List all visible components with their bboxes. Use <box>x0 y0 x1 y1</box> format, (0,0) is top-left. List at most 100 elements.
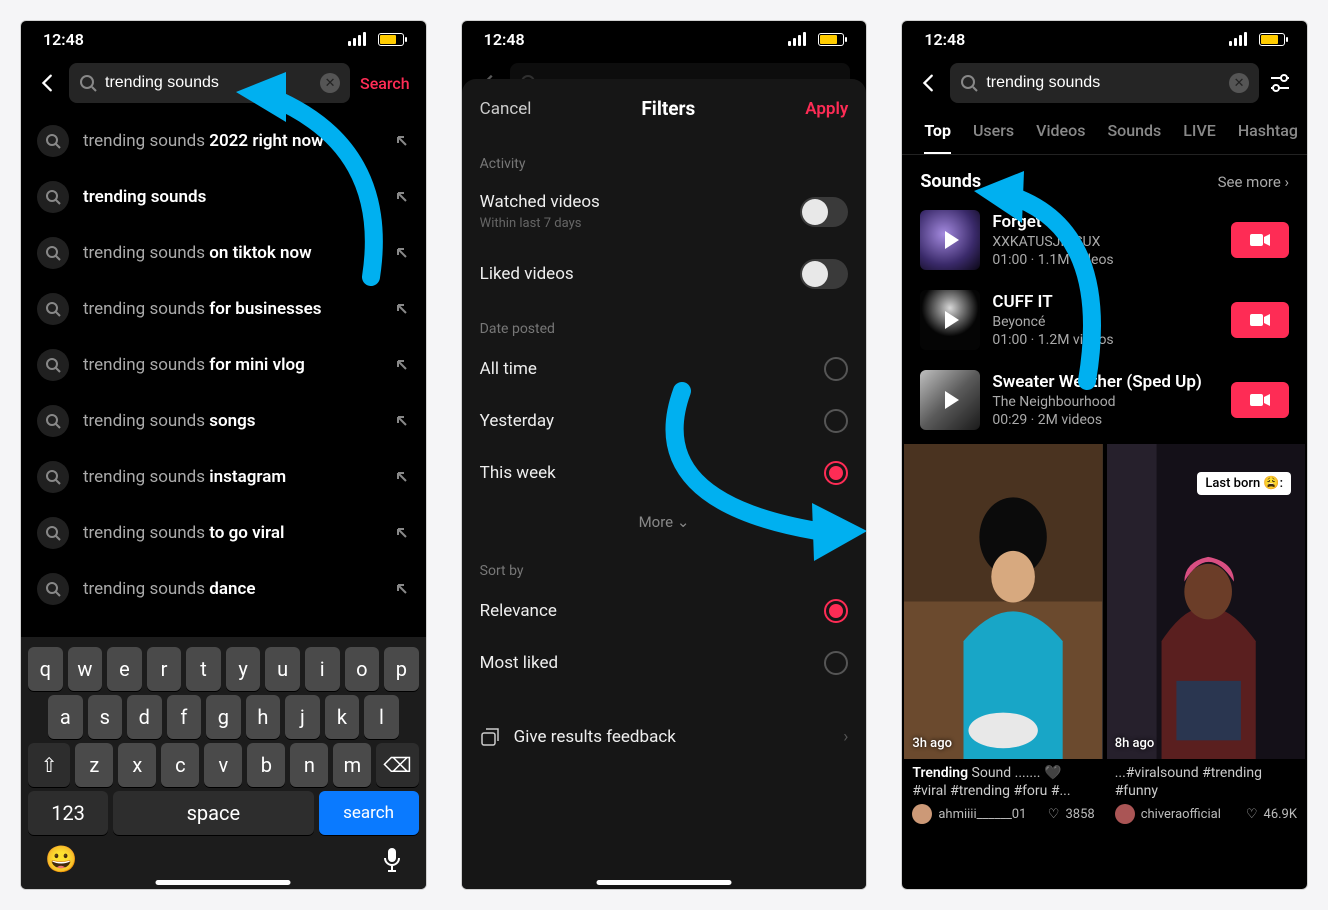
suggestion-row[interactable]: trending sounds dance <box>21 561 426 617</box>
tab-videos[interactable]: Videos <box>1036 121 1085 154</box>
key-t[interactable]: t <box>186 647 221 691</box>
clear-icon[interactable]: ✕ <box>320 73 340 93</box>
emoji-key[interactable]: 😀 <box>45 845 77 875</box>
arrow-up-left-icon[interactable] <box>394 357 410 373</box>
key-p[interactable]: p <box>384 647 419 691</box>
key-w[interactable]: w <box>68 647 103 691</box>
search-box[interactable]: ✕ <box>950 63 1259 103</box>
radio-this-week[interactable] <box>824 461 848 485</box>
option-yesterday[interactable]: Yesterday <box>462 395 867 447</box>
arrow-up-left-icon[interactable] <box>394 469 410 485</box>
space-key[interactable]: space <box>113 791 313 835</box>
filter-icon[interactable] <box>1269 73 1291 93</box>
arrow-up-left-icon[interactable] <box>394 189 410 205</box>
more-button[interactable]: More ⌄ <box>462 499 867 545</box>
sound-row[interactable]: CUFF IT Beyoncé 01:00 · 1.2M videos <box>902 280 1307 360</box>
key-a[interactable]: a <box>48 695 83 739</box>
video-user-row[interactable]: ahmiiii______01 ♡ 3858 <box>904 802 1102 832</box>
keyboard-search-key[interactable]: search <box>319 791 419 835</box>
record-button[interactable] <box>1231 302 1289 338</box>
suggestion-row[interactable]: trending sounds instagram <box>21 449 426 505</box>
suggestion-row[interactable]: trending sounds for mini vlog <box>21 337 426 393</box>
video-card[interactable]: 3h ago <box>904 444 1102 759</box>
key-l[interactable]: l <box>364 695 399 739</box>
radio-most-liked[interactable] <box>824 651 848 675</box>
suggestion-row[interactable]: trending sounds songs <box>21 393 426 449</box>
suggestion-row[interactable]: trending sounds to go viral <box>21 505 426 561</box>
back-icon[interactable] <box>918 72 940 94</box>
key-z[interactable]: z <box>75 743 113 787</box>
home-indicator[interactable] <box>597 880 732 885</box>
feedback-button[interactable]: Give results feedback › <box>462 709 867 765</box>
tab-users[interactable]: Users <box>973 121 1014 154</box>
dictation-icon[interactable] <box>382 847 402 873</box>
key-u[interactable]: u <box>265 647 300 691</box>
radio-yesterday[interactable] <box>824 409 848 433</box>
arrow-up-left-icon[interactable] <box>394 581 410 597</box>
key-o[interactable]: o <box>345 647 380 691</box>
option-liked-videos[interactable]: Liked videos <box>462 245 867 303</box>
search-box[interactable]: ✕ <box>69 63 350 103</box>
key-v[interactable]: v <box>204 743 242 787</box>
key-f[interactable]: f <box>167 695 202 739</box>
record-button[interactable] <box>1231 382 1289 418</box>
arrow-up-left-icon[interactable] <box>394 133 410 149</box>
key-g[interactable]: g <box>206 695 241 739</box>
search-input[interactable] <box>986 74 1221 92</box>
suggestion-row[interactable]: trending sounds 2022 right now <box>21 113 426 169</box>
suggestion-row[interactable]: trending sounds for businesses <box>21 281 426 337</box>
key-d[interactable]: d <box>127 695 162 739</box>
search-input[interactable] <box>105 74 312 92</box>
sound-thumbnail[interactable] <box>920 210 980 270</box>
key-r[interactable]: r <box>147 647 182 691</box>
key-b[interactable]: b <box>247 743 285 787</box>
suggestion-row[interactable]: trending sounds <box>21 169 426 225</box>
tab-hashtag[interactable]: Hashtag <box>1238 121 1298 154</box>
radio-all-time[interactable] <box>824 357 848 381</box>
sound-row[interactable]: Forget XXKATUSJINSUX 01:00 · 1.1M videos <box>902 200 1307 280</box>
key-c[interactable]: c <box>161 743 199 787</box>
arrow-up-left-icon[interactable] <box>394 525 410 541</box>
arrow-up-left-icon[interactable] <box>394 301 410 317</box>
key-h[interactable]: h <box>246 695 281 739</box>
arrow-up-left-icon[interactable] <box>394 245 410 261</box>
video-user-row[interactable]: chiveraofficial ♡ 46.9K <box>1107 802 1305 832</box>
shift-key[interactable]: ⇧ <box>28 743 70 787</box>
back-icon[interactable] <box>37 72 59 94</box>
radio-relevance[interactable] <box>824 599 848 623</box>
tab-live[interactable]: LIVE <box>1183 121 1216 154</box>
arrow-up-left-icon[interactable] <box>394 413 410 429</box>
home-indicator[interactable] <box>156 880 291 885</box>
key-q[interactable]: q <box>28 647 63 691</box>
key-y[interactable]: y <box>226 647 261 691</box>
toggle-liked[interactable] <box>800 259 848 289</box>
option-all-time[interactable]: All time <box>462 343 867 395</box>
record-button[interactable] <box>1231 222 1289 258</box>
key-n[interactable]: n <box>290 743 328 787</box>
see-more-button[interactable]: See more › <box>1218 173 1289 191</box>
key-j[interactable]: j <box>285 695 320 739</box>
suggestion-row[interactable]: trending sounds on tiktok now <box>21 225 426 281</box>
key-m[interactable]: m <box>333 743 371 787</box>
clear-icon[interactable]: ✕ <box>1229 73 1249 93</box>
tab-sounds[interactable]: Sounds <box>1107 121 1161 154</box>
key-i[interactable]: i <box>305 647 340 691</box>
apply-button[interactable]: Apply <box>805 99 848 119</box>
video-card[interactable]: Last born 😩: 8h ago <box>1107 444 1305 759</box>
key-x[interactable]: x <box>118 743 156 787</box>
key-s[interactable]: s <box>88 695 123 739</box>
cancel-button[interactable]: Cancel <box>480 99 532 119</box>
tab-top[interactable]: Top <box>924 121 951 154</box>
option-most-liked[interactable]: Most liked <box>462 637 867 689</box>
toggle-watched[interactable] <box>800 197 848 227</box>
option-this-week[interactable]: This week <box>462 447 867 499</box>
search-button[interactable]: Search <box>360 74 410 93</box>
sound-thumbnail[interactable] <box>920 370 980 430</box>
backspace-key[interactable]: ⌫ <box>376 743 418 787</box>
option-relevance[interactable]: Relevance <box>462 585 867 637</box>
key-k[interactable]: k <box>325 695 360 739</box>
sound-row[interactable]: Sweater Weather (Sped Up) The Neighbourh… <box>902 360 1307 440</box>
numbers-key[interactable]: 123 <box>28 791 108 835</box>
sound-thumbnail[interactable] <box>920 290 980 350</box>
key-e[interactable]: e <box>107 647 142 691</box>
